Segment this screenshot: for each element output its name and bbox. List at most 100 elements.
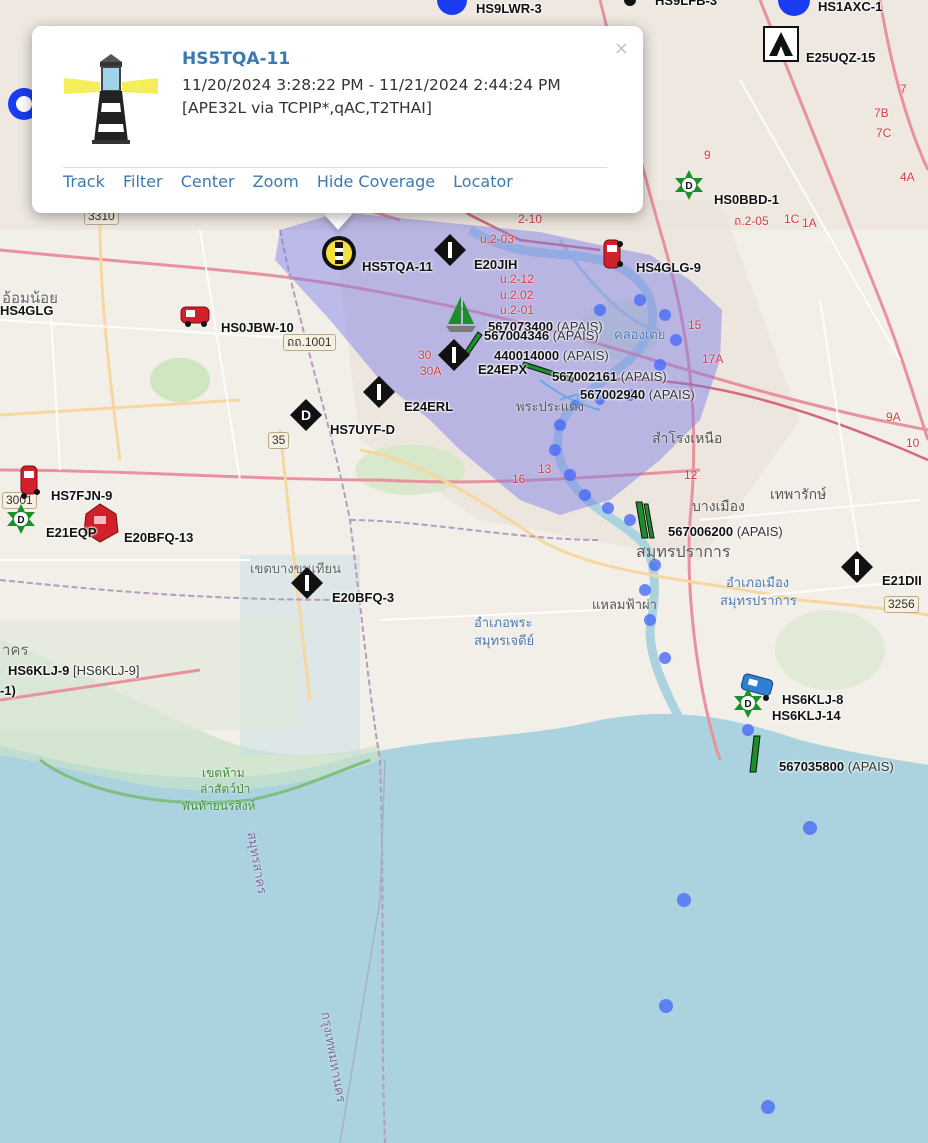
road-number: 1A [802,216,817,230]
car-icon[interactable] [598,236,628,272]
station-label-partial[interactable]: -1) [0,683,16,698]
place-label: สมุทรเจดีย์ [474,634,535,649]
road-shield-3256: 3256 [884,596,919,613]
digi-star-icon[interactable]: D [4,502,38,536]
track-link[interactable]: Track [63,172,105,191]
digi-diamond-icon[interactable]: D [289,398,323,432]
info-diamond-icon[interactable] [290,566,324,600]
place-label: พันท้ายนรสิงห์ [182,799,256,813]
zoom-link[interactable]: Zoom [253,172,299,191]
station-label[interactable]: HS1AXC-1 [818,0,882,14]
station-label[interactable]: HS0JBW-10 [221,320,294,335]
car-icon[interactable] [178,302,214,330]
road-number: 10 [906,436,920,450]
station-label[interactable]: HS9LWR-3 [476,1,542,16]
road-number: 9A [886,410,901,424]
road-number: 7B [874,106,889,120]
ais-source: (APAIS) [648,387,695,402]
road-number: 9 [704,148,711,162]
hide-coverage-link[interactable]: Hide Coverage [317,172,435,191]
road-number: ถ.2-05 [734,214,769,228]
place-label: แหลมฟ้าผ่า [592,598,657,613]
ship-icon[interactable] [744,734,768,774]
station-label[interactable]: E21EQP [46,525,97,540]
road-number: u.2-12 [500,272,535,286]
station-label[interactable]: HS9LFB-3 [655,0,717,8]
info-diamond-icon[interactable] [840,550,874,584]
ais-id: 440014000 [494,348,560,363]
car-icon[interactable] [16,462,44,502]
road-number: 13 [538,462,552,476]
station-label[interactable]: HS0BBD-1 [714,192,779,207]
station-label[interactable]: HS6KLJ-8 [782,692,843,707]
ais-source: (APAIS) [736,524,783,539]
station-label[interactable]: E20JIH [474,257,517,272]
road-number: 1C [784,212,800,226]
station-label[interactable]: HS7UYF-D [330,422,395,437]
ais-label[interactable]: 567035800 (APAIS) [779,759,894,774]
place-label: สมุทรปราการ [720,594,797,609]
filter-link[interactable]: Filter [123,172,163,191]
info-diamond-icon[interactable] [362,375,396,409]
station-label[interactable]: HS5TQA-11 [362,259,433,274]
popup-divider [63,167,607,168]
station-label[interactable]: E24EPX [478,362,527,377]
road-number: 7 [900,82,907,96]
road-number: u.2-03 [480,232,515,246]
locator-link[interactable]: Locator [453,172,513,191]
station-label[interactable]: E24ERL [404,399,453,414]
svg-text:D: D [17,515,24,526]
station-label[interactable]: E21DII [882,573,922,588]
popup-time-range: 11/20/2024 3:28:22 PM - 11/21/2024 2:44:… [182,76,561,94]
place-label: คลองเตย [614,328,666,343]
digi-star-icon[interactable]: D [731,686,765,720]
ais-source: (APAIS) [620,369,667,384]
info-diamond-icon[interactable] [437,338,471,372]
popup-title[interactable]: HS5TQA-11 [182,49,290,69]
ais-label[interactable]: 567002161 (APAIS) [552,369,667,384]
digi-star-icon[interactable]: D [672,168,706,202]
road-number: u.2-01 [500,303,535,317]
station-label[interactable]: HS6KLJ-14 [772,708,841,723]
station-popup: × HS5TQA-11 11/20/2024 3:28:22 PM - 11/2… [32,26,643,213]
place-label: พระประแดง [516,400,584,415]
station-label[interactable]: HS4GLG-9 [636,260,701,275]
ais-source: (APAIS) [562,348,609,363]
ais-label[interactable]: 567004346 (APAIS) [484,328,599,343]
ais-source: (APAIS) [552,328,599,343]
place-label: สมุทรปราการ [636,542,731,561]
ais-label[interactable]: 440014000 (APAIS) [494,348,609,363]
station-label[interactable]: HS7FJN-9 [51,488,112,503]
house-tent-icon[interactable] [763,26,799,62]
road-number: 15 [688,318,702,332]
center-link[interactable]: Center [181,172,235,191]
svg-text:D: D [301,407,311,423]
info-diamond-icon[interactable] [433,233,467,267]
station-label[interactable]: E20BFQ-3 [332,590,394,605]
ais-id: 567004346 [484,328,550,343]
ais-id: 567002161 [552,369,618,384]
station-label[interactable]: E20BFQ-13 [124,530,193,545]
ship-icon[interactable] [630,498,660,542]
svg-text:D: D [685,181,692,192]
road-number: 7C [876,126,892,140]
popup-tip [322,212,354,230]
ais-id: 567002940 [580,387,646,402]
road-shield-1001: ถถ.1001 [283,334,336,351]
road-number: 16 [512,472,526,486]
station-callsign: HS6KLJ-9 [8,663,70,678]
close-button[interactable]: × [614,38,629,59]
place-label: าคร [2,641,29,659]
road-number: 12 [684,468,698,482]
ais-source: (APAIS) [847,759,894,774]
ais-label[interactable]: 567002940 (APAIS) [580,387,695,402]
road-number: 4A [900,170,915,184]
station-label[interactable]: HS6KLJ-9 [HS6KLJ-9] [8,663,140,678]
lighthouse-station-icon[interactable] [320,234,358,272]
ais-label[interactable]: 567006200 (APAIS) [668,524,783,539]
road-number: 17A [702,352,724,366]
station-label[interactable]: E25UQZ-15 [806,50,875,65]
road-shield-35: 35 [268,432,290,449]
station-label[interactable]: HS4GLG [0,303,53,318]
lighthouse-icon [64,54,158,144]
